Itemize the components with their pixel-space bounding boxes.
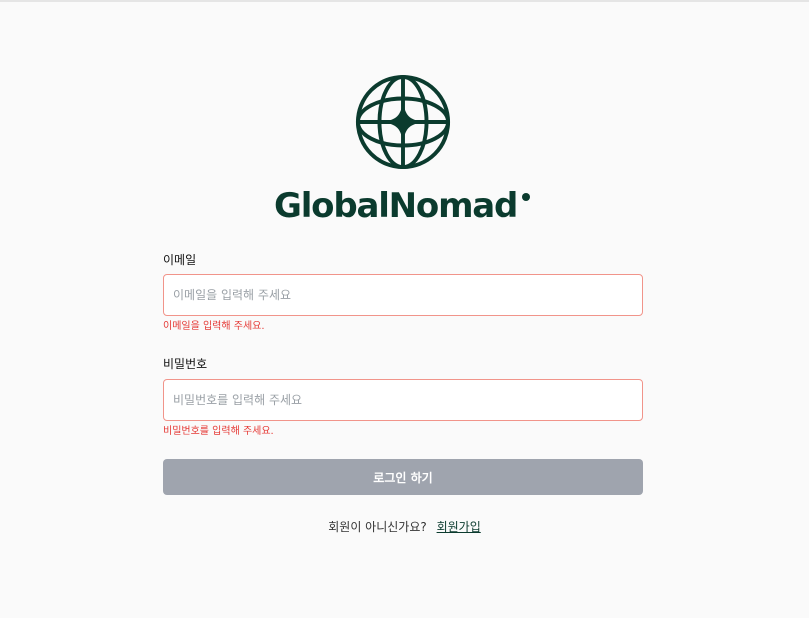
login-button[interactable]: 로그인 하기 (163, 459, 643, 495)
signup-link[interactable]: 회원가입 (437, 520, 481, 534)
email-error-message: 이메일을 입력해 주세요. (163, 321, 265, 332)
password-input[interactable] (163, 379, 643, 421)
email-input[interactable] (163, 274, 643, 316)
brand-wordmark: GlobalNomad (274, 184, 531, 228)
globe-star-logo-icon (355, 74, 451, 170)
signup-prompt-row: 회원이 아니신가요? 회원가입 (0, 519, 809, 535)
email-label: 이메일 (163, 253, 197, 267)
password-error-message: 비밀번호를 입력해 주세요. (163, 426, 274, 437)
brand-name: GlobalNomad (274, 186, 518, 226)
password-label: 비밀번호 (163, 357, 208, 371)
signup-prompt-text: 회원이 아니신가요? (328, 520, 427, 534)
brand-dot-icon (522, 193, 531, 201)
